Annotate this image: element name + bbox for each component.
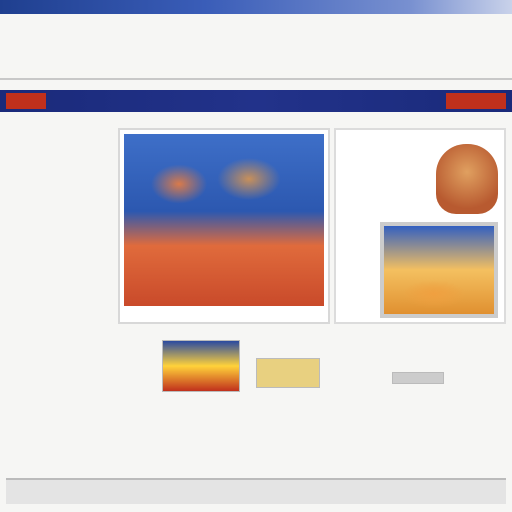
divider [0,78,512,80]
feature-story[interactable] [118,128,330,324]
footer-bar[interactable] [6,478,506,504]
thumbnail-button[interactable] [392,372,444,384]
intro-text [6,22,504,70]
top-banner-text [0,5,6,15]
body-text [6,400,500,440]
promo-mascot-image [436,144,498,214]
thumbnail-row [160,338,500,394]
thumbnail-image[interactable] [162,340,240,392]
feature-photo[interactable] [124,134,324,306]
partner-logo[interactable] [446,93,506,109]
promo-photo[interactable] [380,222,498,318]
main-navigation [0,90,512,112]
thumbnail-ad[interactable] [256,358,320,388]
top-banner [0,0,512,14]
site-logo[interactable] [6,93,46,109]
promo-box[interactable] [334,128,506,324]
page [0,0,512,512]
